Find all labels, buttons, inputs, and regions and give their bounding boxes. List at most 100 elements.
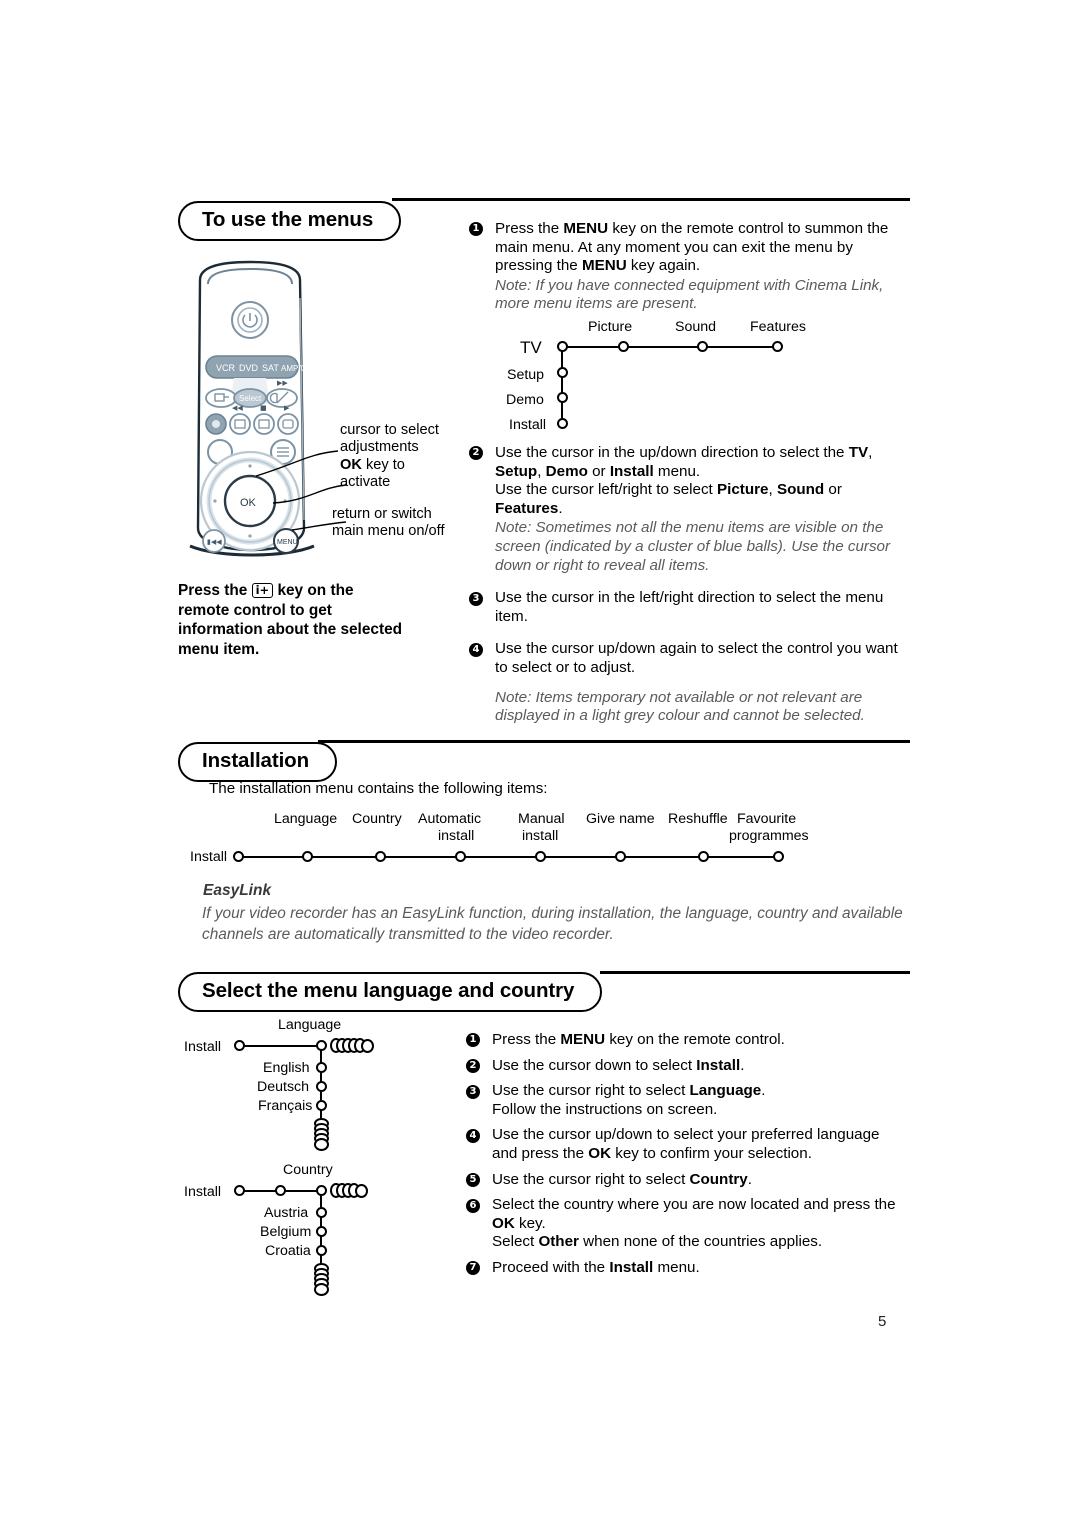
step-number: 1 (466, 1033, 480, 1048)
svg-text:SAT: SAT (262, 363, 279, 373)
easylink-heading: EasyLink (203, 882, 272, 899)
section-header-installation: Installation (178, 742, 338, 782)
callout-menu: return or switch main menu on/off (332, 506, 445, 540)
step-text: Use the cursor right to select Country. (492, 1170, 752, 1188)
step-number: 5 (466, 1172, 480, 1187)
step-item: 6 Select the country where you are now l… (466, 1196, 908, 1252)
country-tree-child-belgium: Belgium (260, 1224, 312, 1240)
country-tree-dot-branch (316, 1185, 327, 1196)
install-tree-dot-reshuffle (698, 851, 709, 862)
country-tree-dot-croatia (316, 1245, 327, 1256)
step-text: Press the MENU key on the remote control… (495, 220, 889, 275)
svg-text:■: ■ (260, 404, 267, 412)
section-rule-language (600, 971, 910, 974)
tree-label-setup: Setup (507, 367, 545, 383)
step-number: 3 (469, 591, 483, 606)
svg-text:MENU: MENU (277, 539, 298, 546)
language-tree-child-francais: Français (258, 1098, 313, 1114)
country-tree-child-austria: Austria (264, 1205, 309, 1221)
step-text: Press the MENU key on the remote control… (492, 1031, 785, 1048)
section-header-menus: To use the menus (178, 201, 402, 241)
country-tree-child-croatia: Croatia (265, 1243, 311, 1259)
svg-text:OK: OK (240, 497, 257, 509)
callout-ok: OK key to activate (340, 457, 405, 491)
language-tree-dot-root (234, 1040, 245, 1051)
install-tree-dot-favourite (773, 851, 784, 862)
tree-line-vertical (561, 346, 564, 424)
install-item-label-automatic: Automatic (418, 811, 482, 827)
step-item: 3 Use the cursor in the left/right direc… (469, 589, 909, 626)
country-tree-dot-belgium (316, 1226, 327, 1237)
country-tree: Country Install Austria Belgium Croatia (180, 1163, 400, 1303)
install-item-label-reshuffle: Reshuffle (668, 811, 728, 827)
section-title-language: Select the menu language and country (178, 972, 603, 1012)
tree-label-features: Features (750, 319, 806, 335)
language-tree-child-english: English (263, 1060, 310, 1076)
language-tree: Language Install English Deutsch Françai… (180, 1018, 400, 1158)
step-note: Note: Items temporary not available or n… (495, 688, 865, 725)
install-item-label-favourite: Favourite (737, 811, 797, 827)
info-key-note-before: Press the (178, 582, 248, 599)
svg-text:Select: Select (239, 394, 262, 403)
install-tree-root-label: Install (190, 849, 228, 865)
country-tree-dot-austria (316, 1207, 327, 1218)
main-menu-tree: Picture Sound Features TV Setup Demo Ins… (500, 320, 840, 435)
install-item-label-country: Country (352, 811, 402, 827)
tree-dot-demo (557, 392, 568, 403)
step-item: 3 Use the cursor right to select Languag… (466, 1082, 908, 1119)
install-item-label-automatic-2: install (438, 828, 475, 844)
language-tree-root-label: Install (184, 1039, 222, 1055)
install-tree-dot-manual (535, 851, 546, 862)
info-key-note: Press the i+ key on the remote control t… (178, 581, 408, 659)
page-number: 5 (878, 1313, 887, 1330)
install-tree-dot-givename (615, 851, 626, 862)
menus-step-1: 1 Press the MENU key on the remote contr… (469, 220, 909, 317)
tree-label-demo: Demo (506, 392, 544, 408)
language-tree-dot-deutsch (316, 1081, 327, 1092)
document-page: To use the menus VCR DVD SAT AMP/CD Sele… (0, 0, 1080, 1528)
install-tree-dot-country (375, 851, 386, 862)
install-tree-dot-root (233, 851, 244, 862)
step-number: 4 (466, 1128, 480, 1143)
step-number: 2 (469, 446, 483, 461)
language-tree-line-h (238, 1045, 323, 1048)
step-text: Use the cursor up/down to select your pr… (492, 1126, 880, 1162)
step-text: Proceed with the Install menu. (492, 1258, 700, 1276)
tree-dot-sound (697, 341, 708, 352)
step-text: Use the cursor up/down again to select t… (495, 640, 898, 676)
tree-label-sound: Sound (675, 319, 717, 335)
callout-menu-line1: return or switch (332, 506, 432, 522)
step-item: 2 Use the cursor down to select Install. (466, 1057, 908, 1076)
svg-text:▶▶: ▶▶ (277, 379, 288, 387)
svg-text:◀◀: ◀◀ (232, 404, 243, 412)
install-item-label-favourite-2: programmes (729, 828, 809, 844)
step-item: 1 Press the MENU key on the remote contr… (466, 1031, 908, 1050)
step-item: 5 Use the cursor right to select Country… (466, 1171, 908, 1190)
callout-cursor: cursor to select adjustments (340, 422, 439, 456)
language-tree-dot-francais (316, 1100, 327, 1111)
language-tree-dot-english (316, 1062, 327, 1073)
step-number: 3 (466, 1084, 480, 1099)
step-number: 6 (466, 1198, 480, 1213)
step-text: Use the cursor in the up/down direction … (495, 444, 873, 517)
install-tree-dot-language (302, 851, 313, 862)
callout-cursor-line2: adjustments (340, 439, 419, 455)
country-tree-dot-root (234, 1185, 245, 1196)
step-text: Use the cursor down to select Install. (492, 1056, 745, 1074)
step-item: 1 Press the MENU key on the remote contr… (469, 220, 909, 314)
tree-dot-picture (618, 341, 629, 352)
installation-intro: The installation menu contains the follo… (209, 780, 548, 797)
install-item-label-manual: Manual (518, 811, 565, 827)
section-title-menus: To use the menus (178, 201, 402, 241)
tree-label-picture: Picture (588, 319, 633, 335)
tree-dot-install (557, 418, 568, 429)
country-tree-dot-mid (275, 1185, 286, 1196)
tree-label-install: Install (509, 417, 547, 433)
svg-text:▶: ▶ (284, 404, 290, 412)
tree-label-tv: TV (520, 338, 542, 357)
step-text: Use the cursor right to select Language.… (492, 1082, 766, 1118)
info-key-icon: i+ (251, 583, 274, 598)
language-tree-child-deutsch: Deutsch (257, 1079, 310, 1095)
step-number: 2 (466, 1058, 480, 1073)
step-note: Note: If you have connected equipment wi… (495, 276, 884, 313)
